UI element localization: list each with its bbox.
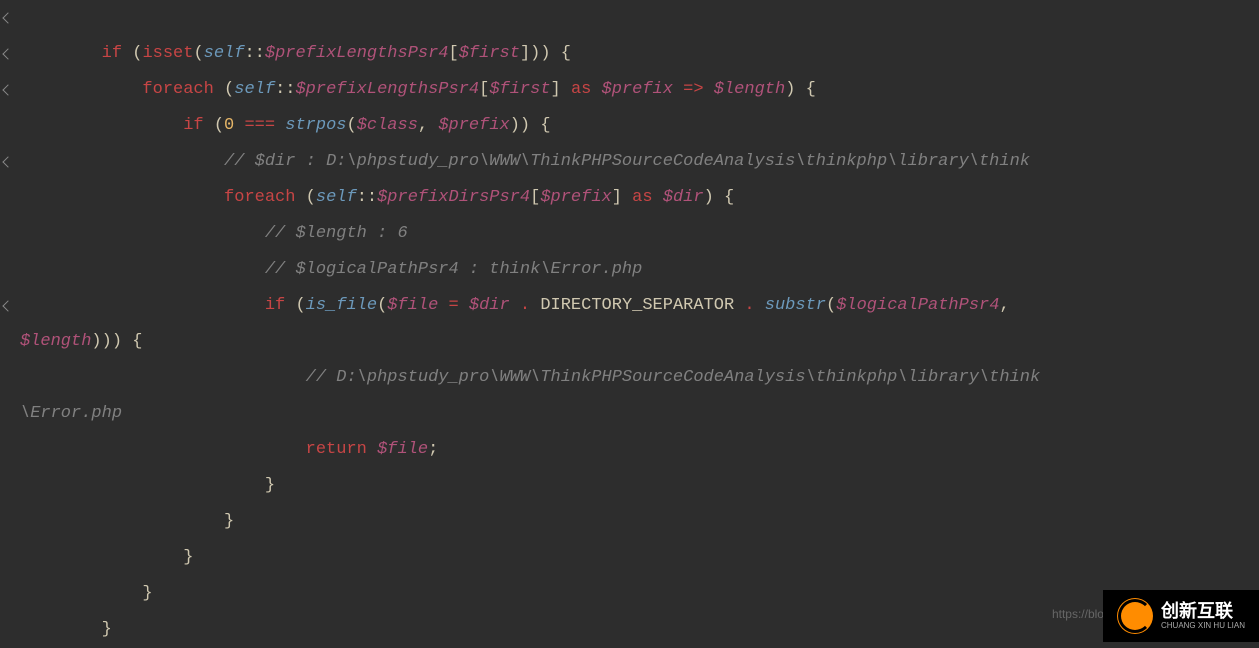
code-line: if (0 === strpos($class, $prefix)) { [20, 116, 551, 135]
code-line: // $dir : D:\phpstudy_pro\WWW\ThinkPHPSo… [20, 152, 1030, 171]
watermark-badge: 创新互联 CHUANG XIN HU LIAN [1103, 590, 1259, 642]
code-line: } [20, 476, 275, 495]
code-line: $length))) { [20, 332, 142, 351]
code-line: return $file; [20, 440, 438, 459]
watermark-logo-icon [1117, 598, 1153, 634]
code-line: } [20, 548, 193, 567]
code-line: // $length : 6 [20, 224, 408, 243]
watermark-main-text: 创新互联 [1161, 602, 1245, 622]
code-line: // D:\phpstudy_pro\WWW\ThinkPHPSourceCod… [20, 368, 1040, 387]
code-editor[interactable]: if (isset(self::$prefixLengthsPsr4[$firs… [0, 0, 1259, 648]
code-line: // $logicalPathPsr4 : think\Error.php [20, 260, 642, 279]
code-line: } [20, 584, 153, 603]
code-line: foreach (self::$prefixDirsPsr4[$prefix] … [20, 188, 734, 207]
code-line: if (isset(self::$prefixLengthsPsr4[$firs… [20, 44, 571, 63]
code-line: \Error.php [20, 404, 122, 423]
code-line: foreach (self::$prefixLengthsPsr4[$first… [20, 80, 816, 99]
code-line: if (is_file($file = $dir . DIRECTORY_SEP… [20, 296, 1020, 315]
code-line: } [20, 620, 112, 639]
code-line: } [20, 512, 234, 531]
watermark-sub-text: CHUANG XIN HU LIAN [1161, 622, 1245, 631]
